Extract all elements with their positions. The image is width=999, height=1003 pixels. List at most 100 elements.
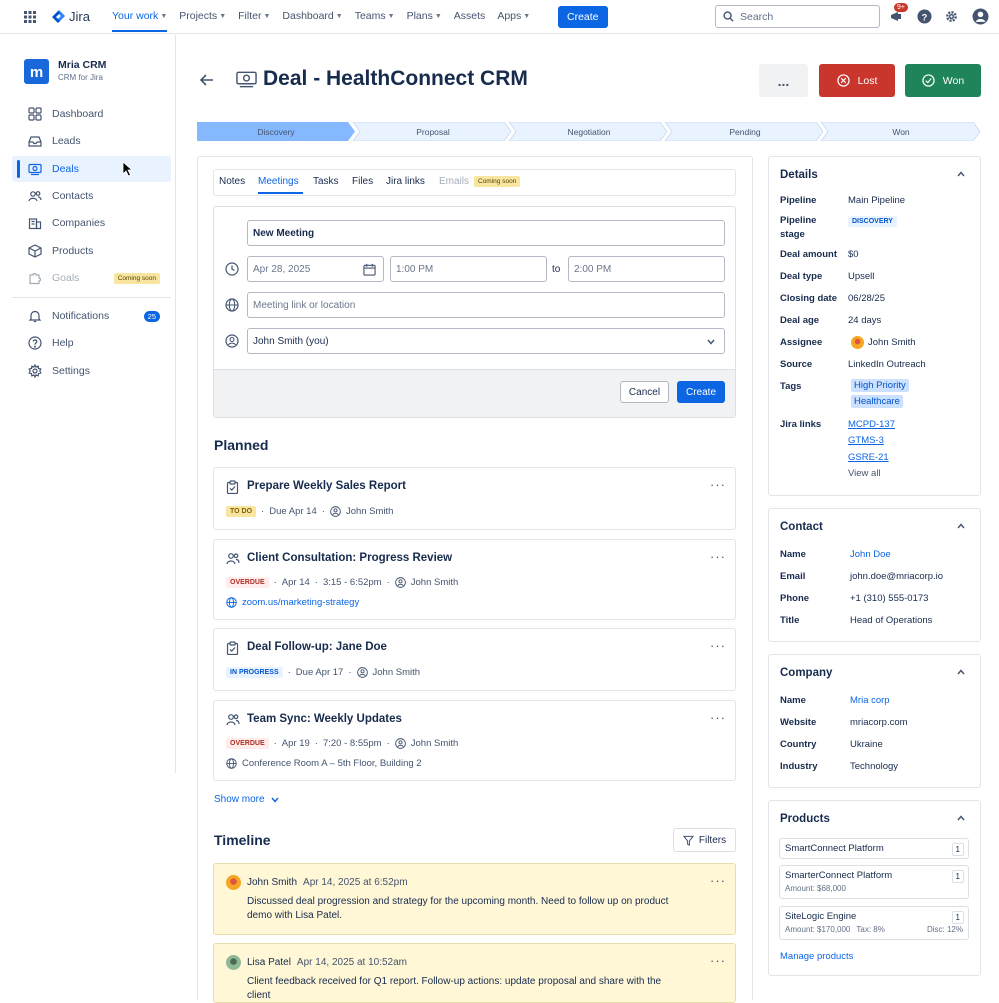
sidebar-item-companies[interactable]: Companies [12, 210, 171, 236]
nav-filter[interactable]: Filter ▼ [238, 10, 270, 22]
sidebar-item-products[interactable]: Products [12, 238, 171, 264]
sidebar-item-label: Contacts [52, 190, 94, 202]
profile-avatar-icon[interactable] [972, 8, 989, 25]
create-button[interactable]: Create [558, 6, 608, 28]
settings-icon[interactable] [944, 9, 959, 24]
nav-your-work[interactable]: Your work ▼ [112, 10, 168, 32]
contact-name-link[interactable]: John Doe [850, 549, 891, 560]
filters-button[interactable]: Filters [673, 828, 736, 852]
stage-negotiation[interactable]: Negotiation [511, 122, 667, 141]
back-arrow-icon[interactable] [199, 72, 215, 88]
sidebar-item-label: Leads [52, 135, 81, 147]
more-options-icon[interactable]: ··· [710, 549, 726, 564]
jira-logo[interactable]: Jira [52, 9, 90, 24]
planned-item[interactable]: Prepare Weekly Sales Report ··· TO DO · Due … [213, 467, 736, 530]
lost-button[interactable]: Lost [819, 64, 895, 97]
manage-products-link[interactable]: Manage products [780, 951, 853, 962]
sidebar-item-deals[interactable]: Deals [12, 156, 171, 182]
sidebar-item-notifications[interactable]: Notifications 25 [12, 303, 171, 329]
globe-icon [226, 758, 237, 769]
chevron-up-icon[interactable] [957, 815, 965, 821]
won-button[interactable]: Won [905, 64, 981, 97]
stage-won[interactable]: Won [823, 122, 979, 141]
more-dots: ... [777, 72, 790, 89]
people-icon [226, 714, 240, 726]
more-actions-button[interactable]: ... [759, 64, 808, 97]
product-row[interactable]: SiteLogic Engine Amount: $170,000 Tax: 8… [779, 906, 969, 940]
assignee-label: Assignee [780, 337, 823, 348]
nav-assets[interactable]: Assets [454, 10, 486, 22]
tab-tasks[interactable]: Tasks [313, 176, 339, 187]
sidebar-item-dashboard[interactable]: Dashboard [12, 101, 171, 127]
location-input[interactable]: Meeting link or location [247, 292, 725, 318]
pipeline-value: Main Pipeline [848, 195, 906, 206]
meeting-title-input[interactable]: New Meeting [247, 220, 725, 246]
more-options-icon[interactable]: ··· [710, 873, 726, 888]
show-more-link[interactable]: Show more [214, 794, 279, 805]
product-row[interactable]: SmartConnect Platform 1 [779, 838, 969, 859]
nav-plans[interactable]: Plans ▼ [407, 10, 442, 22]
tab-meetings[interactable]: Meetings [258, 176, 299, 187]
amount-label: Deal amount [780, 249, 838, 260]
tag-high-priority[interactable]: High Priority [851, 379, 909, 392]
stage-proposal[interactable]: Proposal [355, 122, 511, 141]
view-all-link[interactable]: View all [848, 468, 881, 479]
people-icon [226, 552, 240, 565]
sidebar-item-leads[interactable]: Leads [12, 128, 171, 154]
company-name-link[interactable]: Mria corp [850, 695, 890, 706]
closing-date-value: 06/28/25 [848, 293, 885, 304]
attendee-value: John Smith (you) [253, 335, 329, 347]
planned-item[interactable]: Client Consultation: Progress Review ··· O… [213, 539, 736, 620]
sidebar-item-label: Help [52, 337, 74, 349]
help-icon[interactable]: ? [917, 9, 932, 24]
tags-label: Tags [780, 381, 802, 392]
chevron-up-icon[interactable] [957, 669, 965, 675]
product-amount: Amount: $68,000 [785, 884, 846, 893]
more-options-icon[interactable]: ··· [710, 638, 726, 653]
chevron-down-icon: ▼ [219, 12, 227, 20]
sidebar-item-contacts[interactable]: Contacts [12, 183, 171, 209]
user-icon [394, 738, 406, 749]
cancel-button[interactable]: Cancel [620, 381, 669, 403]
stage-pending[interactable]: Pending [667, 122, 823, 141]
search-input[interactable]: Search [715, 5, 880, 28]
more-options-icon[interactable]: ··· [710, 477, 726, 492]
nav-label: Assets [453, 10, 486, 22]
date-input[interactable]: Apr 28, 2025 [247, 256, 384, 282]
jira-link-2[interactable]: GTMS-3 [848, 435, 884, 446]
help-icon [28, 336, 42, 350]
notifications-button[interactable]: 9+ [890, 3, 908, 24]
jira-link-1[interactable]: MCPD-137 [848, 419, 895, 430]
start-time-input[interactable]: 1:00 PM [390, 256, 547, 282]
chevron-up-icon[interactable] [957, 171, 965, 177]
planned-item[interactable]: Deal Follow-up: Jane Doe ··· IN PROGRESS · D… [213, 628, 736, 691]
user-icon [356, 667, 368, 678]
more-options-icon[interactable]: ··· [710, 953, 726, 968]
top-navigation: Jira Your work ▼ Projects ▼ Filter ▼ Dashboard… [0, 0, 999, 34]
separator: · [386, 738, 390, 749]
sidebar-item-settings[interactable]: Settings [12, 358, 171, 384]
sidebar-item-help[interactable]: Help [12, 330, 171, 356]
nav-dashboard[interactable]: Dashboard ▼ [282, 10, 342, 22]
create-meeting-button[interactable]: Create [677, 381, 725, 403]
megaphone-icon [891, 12, 901, 21]
app-switcher-icon[interactable] [24, 11, 36, 23]
nav-projects[interactable]: Projects ▼ [179, 10, 226, 22]
planned-item[interactable]: Team Sync: Weekly Updates ··· OVERDUE · Apr … [213, 700, 736, 781]
status-lozenge: OVERDUE [226, 738, 269, 749]
meeting-link[interactable]: zoom.us/marketing-strategy [226, 597, 359, 608]
tab-notes[interactable]: Notes [219, 176, 245, 187]
meeting-location: Conference Room A – 5th Floor, Building … [226, 758, 422, 769]
product-row[interactable]: SmarterConnect Platform Amount: $68,000 … [779, 865, 969, 899]
tab-files[interactable]: Files [352, 176, 373, 187]
jira-link-3[interactable]: GSRE-21 [848, 452, 889, 463]
tag-healthcare[interactable]: Healthcare [851, 395, 903, 408]
end-time-input[interactable]: 2:00 PM [568, 256, 725, 282]
stage-discovery[interactable]: Discovery [197, 122, 355, 141]
attendee-select[interactable]: John Smith (you) [247, 328, 725, 354]
tab-jira-links[interactable]: Jira links [386, 176, 425, 187]
nav-apps[interactable]: Apps ▼ [497, 10, 530, 22]
more-options-icon[interactable]: ··· [710, 710, 726, 725]
chevron-up-icon[interactable] [957, 523, 965, 529]
nav-teams[interactable]: Teams ▼ [355, 10, 395, 22]
